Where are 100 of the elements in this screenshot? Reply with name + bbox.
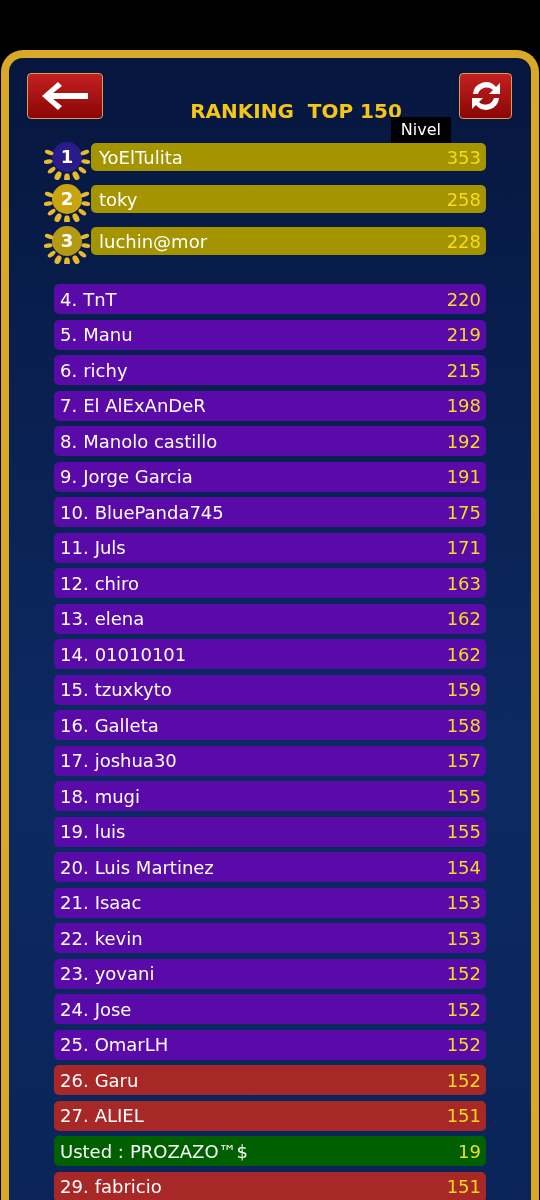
player-name: Manolo castillo — [83, 430, 218, 452]
player-name: mugi — [94, 785, 140, 807]
rank-number: 7. — [60, 395, 78, 416]
level-value: 159 — [446, 679, 481, 700]
player-name: ALIEL — [94, 1105, 144, 1126]
back-button[interactable] — [27, 73, 103, 119]
level-value: 162 — [446, 643, 481, 665]
level-value: 151 — [446, 1105, 481, 1126]
ranking-row[interactable]: 17. joshua30 157 — [54, 745, 486, 776]
player-name: YoElTulita — [99, 146, 183, 168]
rank-number: 20. — [60, 856, 89, 878]
rank-number: 11. — [60, 537, 89, 558]
player-name: Isaac — [94, 892, 142, 913]
player-name: TnT — [83, 288, 117, 310]
level-value: 152 — [446, 1034, 481, 1055]
ranking-row[interactable]: 7. El AlExAnDeR 198 — [54, 390, 486, 421]
player-name: Jose — [94, 998, 132, 1020]
ranking-row[interactable]: 23. yovani 152 — [54, 958, 486, 989]
rank-number: 22. — [60, 927, 89, 949]
player-name: luchin@mor — [99, 230, 208, 252]
level-value: 155 — [446, 821, 481, 842]
level-value: 198 — [446, 395, 481, 416]
rank-number: 21. — [60, 892, 89, 913]
ranking-row[interactable]: 21. Isaac 153 — [54, 887, 486, 918]
player-name: PROZAZO™$ — [129, 1140, 249, 1162]
player-name: toky — [99, 188, 138, 210]
ranking-row[interactable]: 16. Galleta 158 — [54, 710, 486, 740]
level-value: 163 — [446, 572, 481, 594]
player-name: chiro — [94, 572, 139, 594]
rank-number: 26. — [60, 1069, 89, 1091]
ranking-row[interactable]: 4. TnT 220 — [54, 284, 486, 314]
ranking-row[interactable]: 25. OmarLH 152 — [54, 1029, 486, 1060]
rank-number: 2 — [59, 188, 75, 210]
level-value: 220 — [446, 288, 481, 310]
level-value: 153 — [446, 892, 481, 913]
you-label: Usted : — [60, 1140, 124, 1162]
level-value: 171 — [446, 537, 481, 558]
ranking-row[interactable]: 9. Jorge Garcia 191 — [54, 461, 486, 492]
level-value: 162 — [446, 608, 481, 629]
rank-number: 12. — [60, 572, 89, 594]
player-name: El AlExAnDeR — [83, 395, 206, 416]
player-name: 01010101 — [94, 643, 187, 665]
player-name: fabricio — [94, 1176, 162, 1197]
arrow-left-icon — [40, 80, 90, 112]
rank-number: 17. — [60, 750, 89, 771]
player-name: OmarLH — [94, 1034, 169, 1055]
level-value: 152 — [446, 998, 481, 1020]
rank-number: 16. — [60, 714, 89, 736]
level-value: 153 — [446, 927, 481, 949]
level-value: 175 — [446, 501, 481, 523]
player-name: kevin — [94, 927, 143, 949]
own-ranking-row[interactable]: Usted : PROZAZO™$ 19 — [54, 1136, 486, 1166]
ranking-row[interactable]: 10. BluePanda745 175 — [54, 497, 486, 527]
ranking-row[interactable]: 11. Juls 171 — [54, 532, 486, 563]
player-name: luis — [94, 821, 126, 842]
ranking-row[interactable]: 6. richy 215 — [54, 355, 486, 385]
player-name: Garu — [94, 1069, 139, 1091]
ranking-row[interactable]: 27. ALIEL 151 — [54, 1100, 486, 1131]
rank-number: 6. — [60, 359, 78, 381]
rank-number: 10. — [60, 501, 89, 523]
level-value: 228 — [446, 230, 481, 252]
rank-number: 29. — [60, 1176, 89, 1197]
level-value: 158 — [446, 714, 481, 736]
player-name: yovani — [94, 963, 155, 984]
rank-number: 24. — [60, 998, 89, 1020]
ranking-row[interactable]: 14. 01010101 162 — [54, 639, 486, 669]
rank-number: 25. — [60, 1034, 89, 1055]
ranking-row[interactable]: 15. tzuxkyto 159 — [54, 674, 486, 705]
ranking-row[interactable]: 12. chiro 163 — [54, 568, 486, 598]
ranking-row[interactable]: 8. Manolo castillo 192 — [54, 426, 486, 456]
rank-number: 8. — [60, 430, 78, 452]
level-value: 151 — [446, 1176, 481, 1197]
ranking-row[interactable]: 26. Garu 152 — [54, 1065, 486, 1095]
rank-number: 13. — [60, 608, 89, 629]
player-name: richy — [83, 359, 128, 381]
ranking-row[interactable]: 13. elena 162 — [54, 603, 486, 634]
refresh-button[interactable] — [459, 73, 512, 119]
level-value: 191 — [446, 466, 481, 487]
level-value: 215 — [446, 359, 481, 381]
player-name: Jorge Garcia — [83, 466, 193, 487]
level-value: 219 — [446, 324, 481, 345]
player-name: Juls — [94, 537, 126, 558]
ranking-row[interactable]: 5. Manu 219 — [54, 319, 486, 350]
ranking-row[interactable]: 24. Jose 152 — [54, 994, 486, 1024]
player-name: BluePanda745 — [94, 501, 224, 523]
rank-number: 1 — [59, 146, 75, 168]
rank-number: 23. — [60, 963, 89, 984]
ranking-row[interactable]: 22. kevin 153 — [54, 923, 486, 953]
level-value: 19 — [458, 1140, 481, 1162]
level-value: 353 — [446, 146, 481, 168]
rank-number: 3 — [59, 230, 75, 252]
rank-number: 15. — [60, 679, 89, 700]
player-name: elena — [94, 608, 145, 629]
level-value: 258 — [446, 188, 481, 210]
ranking-row[interactable]: 19. luis 155 — [54, 816, 486, 847]
level-value: 155 — [446, 785, 481, 807]
ranking-row[interactable]: 29. fabricio 151 — [54, 1171, 486, 1200]
rank-number: 18. — [60, 785, 89, 807]
ranking-row[interactable]: 18. mugi 155 — [54, 781, 486, 811]
ranking-row[interactable]: 20. Luis Martinez 154 — [54, 852, 486, 882]
